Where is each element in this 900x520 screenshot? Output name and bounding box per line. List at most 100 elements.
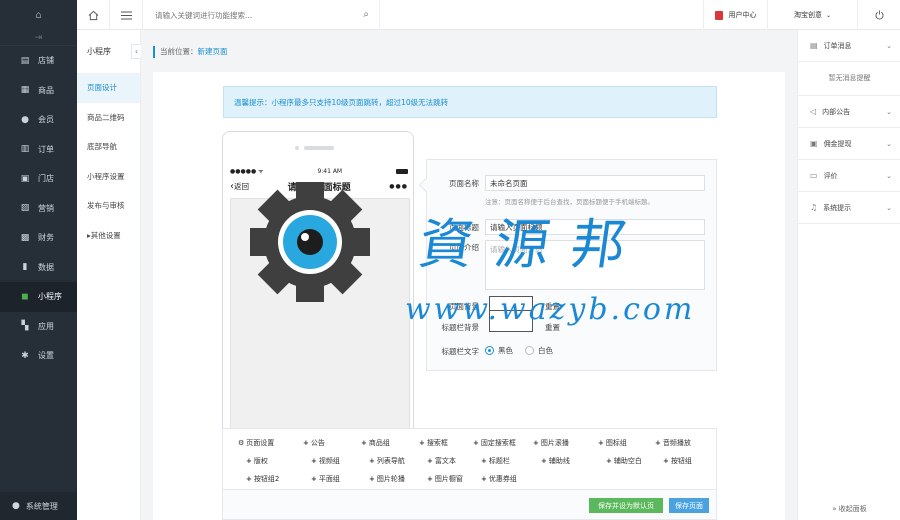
user-center-button[interactable]: 用户中心 bbox=[703, 0, 768, 30]
subnav-item-label: 底部导航 bbox=[87, 142, 117, 152]
page-name-input[interactable]: 未命名页面 bbox=[485, 175, 705, 191]
component-toolbar: ⚙ 页面设置 + 公告 + 商品组 + 搜索框 + 固定搜索框 + 图片滚播 + 图标组 + 音频播放 + 版权 +… bbox=[222, 428, 717, 490]
component-button[interactable]: + 版权 bbox=[246, 456, 268, 466]
component-button[interactable]: ⚙ 页面设置 bbox=[238, 438, 274, 448]
subnav-item-label: 商品二维码 bbox=[87, 112, 125, 122]
radio-black[interactable]: 黑色 bbox=[485, 345, 513, 356]
search-icon[interactable]: ⌕ bbox=[363, 9, 369, 20]
component-label: 公告 bbox=[310, 439, 325, 447]
sidebar-item-order[interactable]: ▥ 订单 bbox=[0, 135, 77, 165]
phone-screen-canvas[interactable] bbox=[230, 198, 410, 452]
component-button[interactable]: + 列表导航 bbox=[369, 456, 405, 466]
component-button[interactable]: + 音频播放 bbox=[655, 438, 691, 448]
sidebar-item-finance[interactable]: ▩ 财务 bbox=[0, 223, 77, 253]
subnav-item-label: 发布与审核 bbox=[87, 201, 125, 211]
component-button[interactable]: + 搜索框 bbox=[419, 438, 448, 448]
search-box: ⌕ bbox=[143, 0, 380, 30]
component-button[interactable]: + 标题栏 bbox=[481, 456, 510, 466]
component-button[interactable]: + 图片滚播 bbox=[533, 438, 569, 448]
component-button[interactable]: + 图片橱窗 bbox=[427, 474, 463, 484]
clipboard-icon: ▤ bbox=[810, 41, 818, 50]
component-button[interactable]: + 按钮组 bbox=[663, 456, 692, 466]
store-name: 淘宝创意 bbox=[793, 11, 822, 19]
double-chevron-right-icon: » bbox=[832, 505, 837, 513]
page-bg-reset-button[interactable]: 重置 bbox=[545, 301, 560, 312]
component-button[interactable]: + 优惠券组 bbox=[481, 474, 517, 484]
component-button[interactable]: + 平面组 bbox=[311, 474, 340, 484]
user-center-label: 用户中心 bbox=[728, 11, 757, 19]
component-button[interactable]: + 辅助空白 bbox=[606, 456, 642, 466]
plus-icon: + bbox=[541, 457, 547, 465]
sidebar-item-label: 应用 bbox=[38, 321, 54, 331]
component-button[interactable]: + 商品组 bbox=[361, 438, 390, 448]
component-button[interactable]: + 按钮组2 bbox=[246, 474, 279, 484]
subnav-item[interactable]: 页面设计 bbox=[77, 73, 140, 103]
component-label: 图片橱窗 bbox=[434, 475, 463, 483]
review-section[interactable]: ▭ 评价 ⌄ bbox=[798, 160, 900, 192]
sidebar-item-data[interactable]: ▮ 数据 bbox=[0, 253, 77, 283]
plus-icon: + bbox=[361, 439, 367, 447]
sidebar-item-apps[interactable]: ▚ 应用 bbox=[0, 312, 77, 342]
breadcrumb-current[interactable]: 新建页面 bbox=[198, 47, 228, 56]
collapse-subnav-icon[interactable]: ‹ bbox=[131, 44, 141, 59]
titlebar-bg-reset-button[interactable]: 重置 bbox=[545, 322, 560, 333]
save-as-default-button[interactable]: 保存并设为默认页 bbox=[589, 498, 663, 513]
sidebar-item-marketing[interactable]: ▨ 营销 bbox=[0, 194, 77, 224]
component-button[interactable]: + 固定搜索框 bbox=[473, 438, 516, 448]
radio-white[interactable]: 白色 bbox=[525, 345, 553, 356]
collapse-panel-button[interactable]: » 收起面板 bbox=[798, 504, 900, 514]
component-button[interactable]: + 图片轮播 bbox=[369, 474, 405, 484]
miniprogram-icon: ◼ bbox=[21, 291, 29, 302]
home-icon[interactable]: ⌂ bbox=[0, 0, 77, 30]
save-page-button[interactable]: 保存页面 bbox=[669, 498, 709, 513]
component-label: 按钮组2 bbox=[253, 475, 280, 483]
plus-icon: + bbox=[473, 439, 479, 447]
subnav-item[interactable]: 底部导航 bbox=[77, 132, 140, 162]
plus-icon: + bbox=[606, 457, 612, 465]
sidebar-item-member[interactable]: ● 会员 bbox=[0, 105, 77, 135]
sidebar-item-goods[interactable]: ▦ 商品 bbox=[0, 76, 77, 106]
component-button[interactable]: + 公告 bbox=[303, 438, 325, 448]
component-label: 按钮组 bbox=[670, 457, 692, 465]
commission-section[interactable]: ▣ 佣金提现 ⌄ bbox=[798, 128, 900, 160]
sidebar-toggle-icon[interactable]: ⇥ bbox=[0, 30, 77, 46]
component-label: 列表导航 bbox=[376, 457, 405, 465]
system-tips-section[interactable]: ♫ 系统提示 ⌄ bbox=[798, 192, 900, 224]
internal-notice-section[interactable]: ◁ 内部公告 ⌄ bbox=[798, 96, 900, 128]
more-icon[interactable]: ●●● bbox=[389, 183, 408, 190]
right-panel: ▤ 订单消息 ⌄ 暂无消息提醒 ◁ 内部公告 ⌄ ▣ 佣金提现 ⌄ ▭ 评价 ⌄ ♫ 系统提示 ⌄ … bbox=[797, 30, 900, 520]
subnav-item[interactable]: ▸ 其他设置 bbox=[77, 221, 140, 251]
titlebar-bg-color-swatch[interactable] bbox=[489, 310, 533, 332]
component-button[interactable]: + 视频组 bbox=[311, 456, 340, 466]
page-title-input[interactable]: 请输入页面标题 bbox=[485, 219, 705, 235]
power-icon[interactable] bbox=[858, 0, 900, 30]
sidebar-item-miniprogram[interactable]: ◼ 小程序 bbox=[0, 282, 77, 312]
plus-icon: + bbox=[427, 475, 433, 483]
subnav-item[interactable]: 小程序设置 bbox=[77, 162, 140, 192]
collapse-panel-label: 收起面板 bbox=[838, 505, 867, 513]
component-button[interactable]: + 图标组 bbox=[598, 438, 627, 448]
page-intro-textarea[interactable]: 请输入页面介绍 bbox=[485, 240, 705, 290]
search-input[interactable] bbox=[155, 10, 355, 20]
titlebar-text-label: 标题栏文字 bbox=[441, 347, 480, 356]
phone-back-button[interactable]: ‹返回 bbox=[230, 181, 249, 192]
sidebar-item-label: 财务 bbox=[38, 233, 54, 243]
subnav-item[interactable]: 发布与审核 bbox=[77, 191, 140, 221]
home-icon[interactable] bbox=[77, 0, 110, 30]
phone-time: 9:41 AM bbox=[317, 167, 343, 175]
menu-icon[interactable] bbox=[110, 0, 143, 30]
component-button[interactable]: + 富文本 bbox=[427, 456, 456, 466]
subnav-item[interactable]: 商品二维码 bbox=[77, 103, 140, 133]
sidebar-item-shop[interactable]: ▣ 门店 bbox=[0, 164, 77, 194]
sidebar-item-label: 小程序 bbox=[38, 292, 62, 302]
no-message-text: 暂无消息提醒 bbox=[798, 66, 900, 96]
order-message-section[interactable]: ▤ 订单消息 ⌄ bbox=[798, 30, 900, 62]
finance-icon: ▩ bbox=[20, 232, 30, 243]
component-label: 图片轮播 bbox=[376, 475, 405, 483]
sidebar-item-settings[interactable]: ✱ 设置 bbox=[0, 341, 77, 371]
component-button[interactable]: + 辅助线 bbox=[541, 456, 570, 466]
sidebar-item-label: 订单 bbox=[38, 144, 54, 154]
system-admin-button[interactable]: ● 系统管理 bbox=[0, 492, 77, 520]
sidebar-item-store[interactable]: ▤ 店铺 bbox=[0, 46, 77, 76]
store-selector[interactable]: 淘宝创意 ⌄ bbox=[768, 0, 858, 30]
